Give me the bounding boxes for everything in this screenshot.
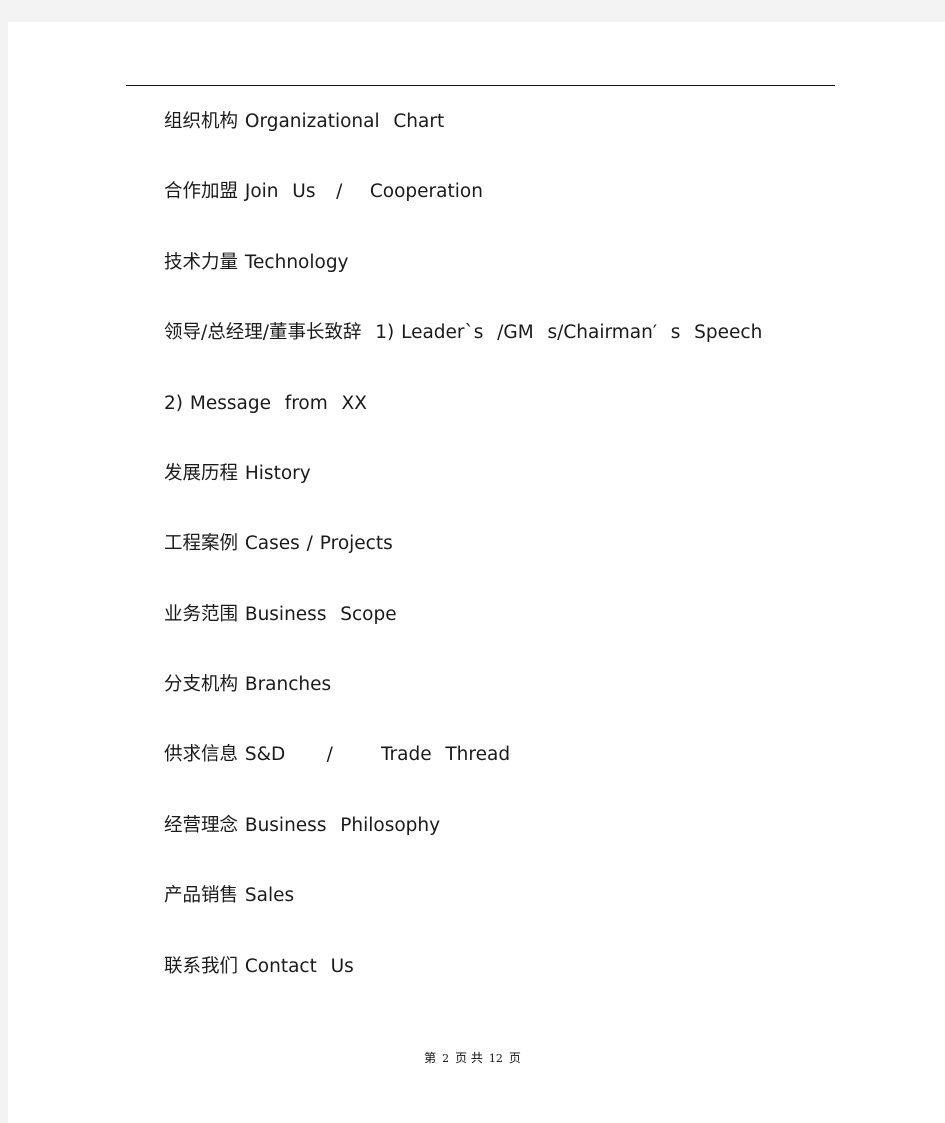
list-item-business-philosophy: 经营理念 Business Philosophy — [164, 815, 441, 836]
list-item-trade-thread: 供求信息 S&D / Trade Thread — [164, 744, 511, 765]
list-item-cases: 工程案例 Cases / Projects — [164, 533, 393, 554]
list-item-branches: 分支机构 Branches — [164, 674, 332, 695]
footer-suffix: 页 — [508, 1051, 521, 1065]
footer-prefix: 第 — [424, 1051, 437, 1065]
total-pages-number: 12 — [488, 1052, 503, 1065]
list-item-sales: 产品销售 Sales — [164, 885, 295, 906]
list-item-contact-us: 联系我们 Contact Us — [164, 956, 354, 977]
page-footer: 第2 页 共 12 页 — [0, 1049, 945, 1066]
footer-middle: 页 共 — [455, 1051, 483, 1065]
list-item-organizational-chart: 组织机构 Organizational Chart — [164, 111, 445, 132]
current-page-number: 2 — [442, 1052, 450, 1065]
header-rule — [126, 85, 835, 86]
list-item-history: 发展历程 History — [164, 463, 311, 484]
list-item-join-us: 合作加盟 Join Us / Cooperation — [164, 181, 483, 202]
list-item-message: 2) Message from XX — [164, 393, 367, 414]
list-item-technology: 技术力量 Technology — [164, 252, 349, 273]
list-item-leader-speech: 领导/总经理/董事长致辞 1) Leader`s /GM s/Chairman′… — [164, 322, 763, 343]
list-item-business-scope: 业务范围 Business Scope — [164, 604, 397, 625]
